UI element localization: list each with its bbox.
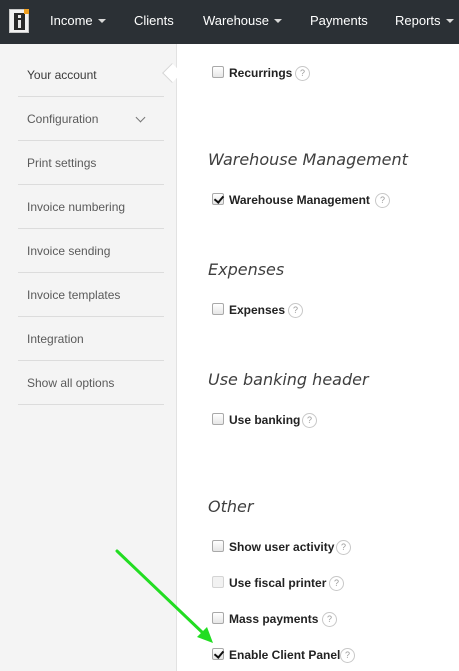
green-annotation-arrow-icon — [115, 549, 213, 643]
